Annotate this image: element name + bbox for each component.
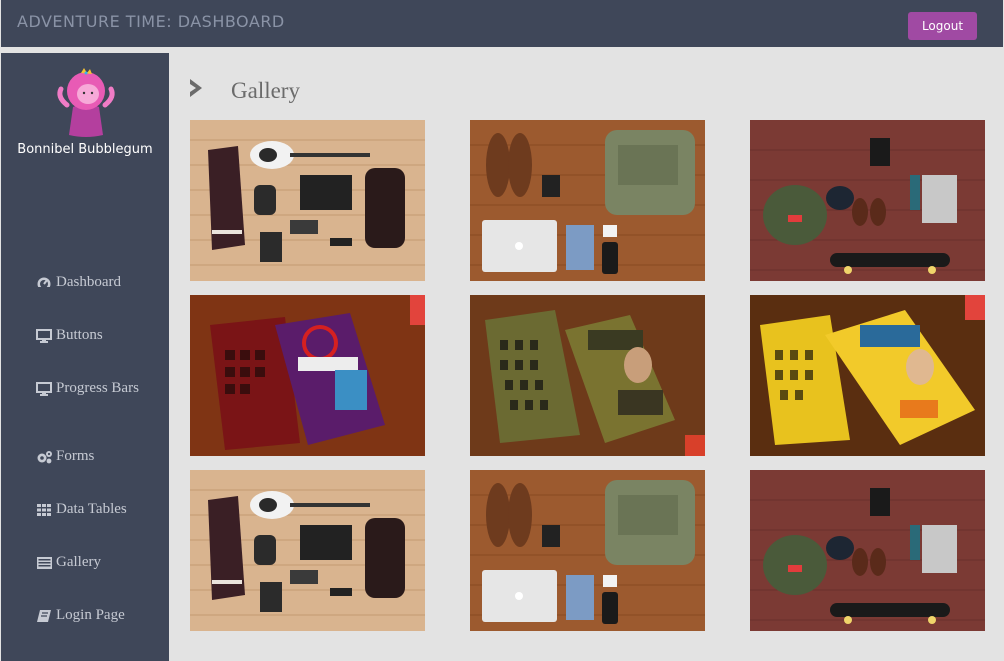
gallery-image-books-eat-free[interactable] [190, 295, 425, 456]
monitor-icon [36, 382, 52, 396]
sidebar-item-progress-bars[interactable]: Progress Bars [36, 381, 156, 396]
sidebar-item-label: Dashboard [56, 274, 121, 290]
sidebar-item-login-page[interactable]: Login Page [36, 608, 156, 623]
gallery-image-flatlay-guitar[interactable] [190, 120, 425, 281]
gallery-image-books-out-front[interactable] [470, 295, 705, 456]
user-name: Bonnibel Bubblegum [17, 142, 153, 157]
sidebar-item-data-tables[interactable]: Data Tables [36, 502, 156, 517]
sidebar-item-label: Forms [56, 448, 95, 464]
gallery-image-flatlay-shoes-backpack[interactable] [470, 120, 705, 281]
gallery-image-flatlay-shoes-backpack[interactable] [470, 470, 705, 631]
sidebar-item-label: Data Tables [56, 501, 127, 517]
chevron-right-icon [190, 79, 202, 97]
gallery-image-flatlay-guitar[interactable] [190, 470, 425, 631]
sidebar-item-label: Gallery [56, 554, 101, 570]
gallery-icon [37, 557, 52, 569]
gallery-image-flatlay-skateboard[interactable] [750, 470, 985, 631]
sidebar-item-gallery[interactable]: Gallery [36, 555, 156, 570]
gallery-image-books-marketing-mindsets[interactable] [750, 295, 985, 456]
sidebar-item-label: Login Page [56, 607, 125, 623]
book-icon [37, 610, 51, 622]
dashboard-icon [37, 277, 51, 290]
page-title: Gallery [231, 78, 300, 103]
cogs-icon [37, 451, 52, 464]
sidebar-item-label: Progress Bars [56, 380, 139, 396]
grid-icon [37, 504, 51, 516]
gallery-image-flatlay-skateboard[interactable] [750, 120, 985, 281]
sidebar-item-label: Buttons [56, 327, 103, 343]
avatar [53, 67, 119, 137]
logout-button[interactable]: Logout [908, 12, 977, 40]
top-bar: ADVENTURE TIME: DASHBOARD Logout [1, 0, 1003, 47]
app-title: ADVENTURE TIME: DASHBOARD [17, 12, 285, 31]
sidebar-item-forms[interactable]: Forms [36, 449, 156, 464]
sidebar-item-buttons[interactable]: Buttons [36, 328, 156, 343]
monitor-icon [36, 329, 52, 343]
sidebar-item-dashboard[interactable]: Dashboard [36, 275, 156, 290]
sidebar: Bonnibel Bubblegum Dashboard Buttons Pro… [1, 53, 169, 661]
